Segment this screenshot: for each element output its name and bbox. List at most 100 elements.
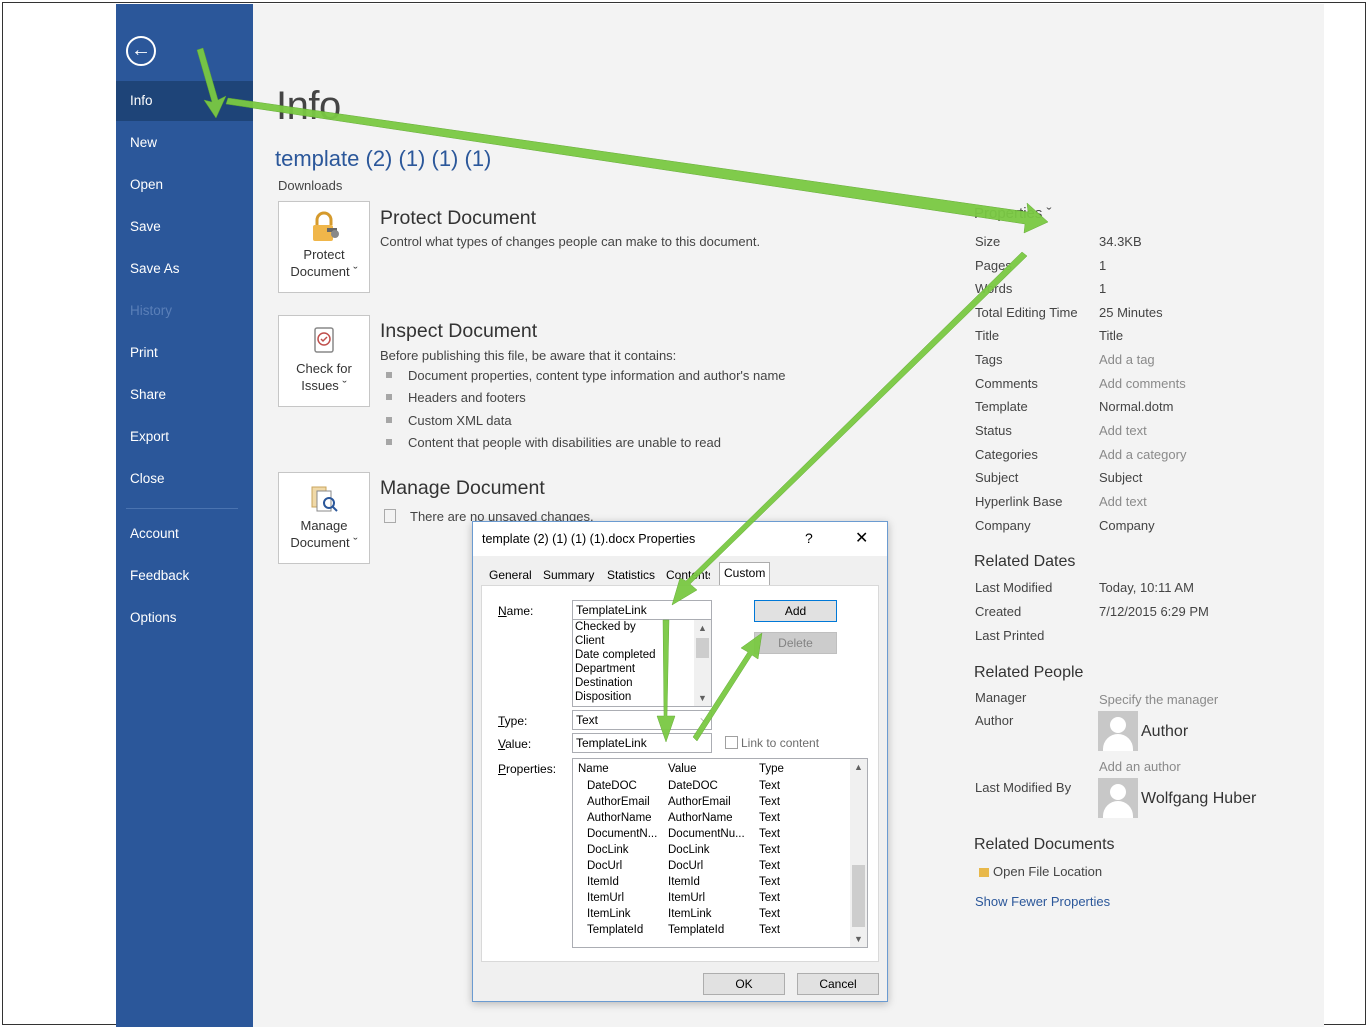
prop-value-manager[interactable]: Specify the manager — [1099, 692, 1218, 707]
value-field[interactable] — [572, 733, 712, 753]
chevron-up-icon[interactable]: ▲ — [850, 759, 867, 775]
prop-label: Last Printed — [975, 628, 1045, 643]
prop-value-title[interactable]: Title — [1099, 328, 1123, 343]
nav-save[interactable]: Save — [116, 207, 253, 247]
scroll-thumb[interactable] — [696, 638, 709, 658]
table-cell-name[interactable]: DocUrl — [587, 860, 622, 872]
nav-save-as[interactable]: Save As — [116, 249, 253, 289]
list-item[interactable]: Checked by — [573, 620, 711, 634]
type-select[interactable]: Text ⌵ — [572, 710, 712, 730]
prop-value-hyperlink-base[interactable]: Add text — [1099, 494, 1147, 509]
tab-custom[interactable]: Custom — [719, 562, 771, 586]
table-cell-type: Text — [759, 924, 781, 936]
table-cell-type: Text — [759, 908, 781, 920]
show-fewer-properties-link[interactable]: Show Fewer Properties — [975, 894, 1110, 909]
manage-document-button[interactable]: Manage Document ˇ — [278, 472, 370, 564]
table-cell-name[interactable]: TemplateId — [587, 924, 643, 936]
help-icon[interactable]: ? — [805, 530, 813, 546]
add-button[interactable]: Add — [754, 600, 837, 622]
protect-document-button[interactable]: Protect Document ˇ — [278, 201, 370, 293]
prop-label: Subject — [975, 470, 1019, 485]
last-modified-by-name[interactable]: Wolfgang Huber — [1141, 790, 1256, 808]
table-cell-value: AuthorName — [668, 812, 733, 824]
prop-label: Categories — [975, 447, 1038, 462]
tab-contents[interactable]: Contents — [662, 565, 710, 585]
nav-open[interactable]: Open — [116, 165, 253, 205]
table-cell-name[interactable]: AuthorEmail — [587, 796, 650, 808]
nav-account[interactable]: Account — [116, 514, 253, 554]
prop-value-subject[interactable]: Subject — [1099, 470, 1142, 485]
table-cell-value: TemplateId — [668, 924, 725, 936]
column-header-type[interactable]: Type — [759, 763, 784, 775]
prop-value-categories[interactable]: Add a category — [1099, 447, 1186, 462]
related-documents-heading: Related Documents — [974, 836, 1115, 853]
author-name[interactable]: Author — [1141, 723, 1188, 741]
nav-share[interactable]: Share — [116, 375, 253, 415]
nav-feedback[interactable]: Feedback — [116, 556, 253, 596]
list-item[interactable]: Date completed — [573, 648, 711, 662]
chevron-down-icon[interactable]: ▼ — [694, 690, 711, 706]
chevron-down-icon[interactable]: ▼ — [850, 931, 867, 947]
table-cell-type: Text — [759, 780, 781, 792]
properties-label: Properties: — [498, 762, 557, 776]
tab-statistics[interactable]: Statistics — [603, 565, 659, 585]
prop-value-company[interactable]: Company — [1099, 518, 1155, 533]
table-cell-name[interactable]: DocumentN... — [587, 828, 657, 840]
list-item[interactable]: Client — [573, 634, 711, 648]
table-cell-name[interactable]: ItemLink — [587, 908, 630, 920]
protect-description: Control what types of changes people can… — [380, 234, 761, 249]
list-item[interactable]: Disposition — [573, 690, 711, 704]
list-item[interactable]: Department — [573, 662, 711, 676]
prop-value-words: 1 — [1099, 281, 1107, 296]
prop-label: Title — [975, 328, 1000, 343]
open-file-location-link[interactable]: Open File Location — [979, 864, 1102, 879]
nav-close[interactable]: Close — [116, 459, 253, 499]
add-author-link[interactable]: Add an author — [1099, 759, 1181, 774]
column-header-value[interactable]: Value — [668, 763, 697, 775]
name-listbox[interactable]: Checked by Client Date completed Departm… — [572, 619, 712, 707]
nav-export[interactable]: Export — [116, 417, 253, 457]
prop-label: Last Modified — [975, 580, 1053, 595]
table-scrollbar[interactable]: ▲ ▼ — [850, 759, 867, 947]
table-cell-name[interactable]: DocLink — [587, 844, 629, 856]
table-cell-name[interactable]: DateDOC — [587, 780, 637, 792]
prop-value-comments[interactable]: Add comments — [1099, 376, 1186, 391]
manage-document-icon — [311, 486, 338, 512]
column-header-name[interactable]: Name — [578, 763, 609, 775]
close-icon[interactable]: ✕ — [855, 528, 868, 548]
prop-value-status[interactable]: Add text — [1099, 423, 1147, 438]
cancel-button[interactable]: Cancel — [797, 973, 879, 995]
chevron-down-icon: ⌵ — [700, 714, 708, 725]
check-for-issues-button[interactable]: Check for Issues ˇ — [278, 315, 370, 407]
properties-table[interactable]: Name Value Type DateDOC DateDOC Text Aut… — [572, 758, 868, 948]
nav-print[interactable]: Print — [116, 333, 253, 373]
inspect-heading: Inspect Document — [380, 320, 538, 342]
scroll-thumb[interactable] — [852, 865, 865, 927]
table-cell-name[interactable]: ItemUrl — [587, 892, 624, 904]
table-cell-name[interactable]: ItemId — [587, 876, 619, 888]
back-arrow-icon[interactable]: ← — [126, 36, 156, 66]
prop-label: Status — [975, 423, 1012, 438]
table-cell-type: Text — [759, 796, 781, 808]
prop-label: Size — [975, 234, 1001, 249]
nav-history: History — [130, 303, 173, 318]
properties-heading[interactable]: Properties ˇ — [974, 205, 1052, 222]
prop-value-tags[interactable]: Add a tag — [1099, 352, 1155, 367]
prop-label: Tags — [975, 352, 1003, 367]
nav-options[interactable]: Options — [116, 598, 253, 638]
prop-label: Hyperlink Base — [975, 494, 1063, 509]
chevron-up-icon[interactable]: ▲ — [694, 620, 711, 636]
table-cell-name[interactable]: AuthorName — [587, 812, 652, 824]
delete-button: Delete — [754, 632, 837, 654]
tab-summary[interactable]: Summary — [539, 565, 598, 585]
ok-button[interactable]: OK — [703, 973, 785, 995]
prop-label: Author — [975, 713, 1014, 728]
name-field[interactable] — [572, 600, 712, 620]
list-item[interactable]: Destination — [573, 676, 711, 690]
listbox-scrollbar[interactable]: ▲ ▼ — [694, 620, 711, 706]
prop-label: Comments — [975, 376, 1038, 391]
link-to-content-checkbox[interactable] — [725, 736, 738, 749]
nav-new[interactable]: New — [116, 123, 253, 163]
tab-general[interactable]: General — [485, 565, 536, 585]
nav-info[interactable]: Info — [116, 81, 253, 121]
